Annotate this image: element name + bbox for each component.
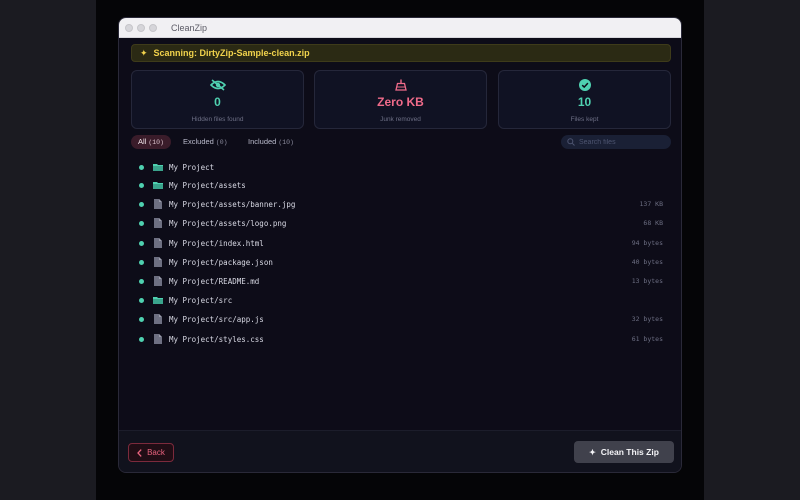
file-name: My Project xyxy=(169,162,215,172)
window-title: CleanZip xyxy=(171,22,208,33)
clean-button-label: Clean This Zip xyxy=(600,447,659,457)
list-item[interactable]: My Project/package.json 40 bytes xyxy=(131,255,671,269)
file-name: My Project/assets/banner.jpg xyxy=(169,199,296,209)
file-icon xyxy=(153,238,163,248)
file-name: My Project/assets/logo.png xyxy=(169,218,287,228)
status-dot xyxy=(139,201,144,207)
search-input[interactable] xyxy=(579,138,669,146)
scan-status-banner: ✦ Scanning: DirtyZip-Sample-clean.zip xyxy=(131,44,671,62)
file-name: My Project/src/app.js xyxy=(169,314,264,324)
status-dot xyxy=(139,220,144,226)
list-item[interactable]: My Project/src/app.js 32 bytes xyxy=(131,312,671,326)
back-button[interactable]: Back xyxy=(128,443,174,462)
file-size: 40 bytes xyxy=(631,258,663,266)
folder-icon xyxy=(153,295,163,305)
folder-icon xyxy=(153,162,163,172)
list-item[interactable]: My Project xyxy=(131,160,671,174)
file-name: My Project/assets xyxy=(169,180,246,190)
list-item[interactable]: My Project/assets/logo.png 68 KB xyxy=(131,216,671,230)
file-name: My Project/package.json xyxy=(169,257,273,267)
file-icon xyxy=(153,276,163,286)
maximize-window-button[interactable] xyxy=(149,23,157,32)
sparkle-icon: ✦ xyxy=(589,447,596,457)
file-icon xyxy=(153,257,163,267)
clean-zip-button[interactable]: ✦ Clean This Zip xyxy=(574,441,674,463)
file-icon xyxy=(153,218,163,228)
close-window-button[interactable] xyxy=(125,23,133,32)
broom-icon xyxy=(315,79,486,91)
list-item[interactable]: My Project/README.md 13 bytes xyxy=(131,274,671,288)
back-button-label: Back xyxy=(147,448,165,457)
list-item[interactable]: My Project/assets xyxy=(131,178,671,192)
footer-bar: Back ✦ Clean This Zip xyxy=(119,430,681,472)
file-icon xyxy=(153,314,163,324)
stat-junk-removed: Zero KB Junk removed xyxy=(314,70,487,129)
stat-files-kept: 10 Files kept xyxy=(498,70,671,129)
minimize-window-button[interactable] xyxy=(137,23,145,32)
file-name: My Project/README.md xyxy=(169,276,260,286)
file-size: 94 bytes xyxy=(631,239,663,247)
status-dot xyxy=(139,164,144,170)
files-kept-value: 10 xyxy=(577,95,592,109)
file-icon xyxy=(153,334,163,344)
search-icon xyxy=(567,138,575,146)
junk-removed-value: Zero KB xyxy=(377,95,424,109)
filter-excluded-count: (0) xyxy=(215,139,228,146)
file-name: My Project/src xyxy=(169,295,233,305)
hidden-files-label: Hidden files found xyxy=(191,116,244,123)
filter-all-label: All xyxy=(138,137,147,146)
files-kept-label: Files kept xyxy=(570,116,599,123)
list-item[interactable]: My Project/index.html 94 bytes xyxy=(131,236,671,250)
search-box[interactable] xyxy=(561,135,671,149)
status-dot xyxy=(139,278,144,284)
filter-all-tab[interactable]: All (10) xyxy=(131,135,171,149)
file-size: 137 KB xyxy=(639,200,663,208)
filter-excluded-tab[interactable]: Excluded (0) xyxy=(176,135,235,149)
stats-panel: 0 Hidden files found Zero KB Junk remove… xyxy=(131,70,671,129)
status-dot xyxy=(139,182,144,188)
list-item[interactable]: My Project/styles.css 61 bytes xyxy=(131,332,671,346)
status-dot xyxy=(139,297,144,303)
app-window: CleanZip ✦ Scanning: DirtyZip-Sample-cle… xyxy=(118,17,682,473)
filter-included-label: Included xyxy=(248,137,277,146)
eye-slash-icon xyxy=(132,79,303,91)
status-dot xyxy=(139,336,144,342)
stat-hidden-files: 0 Hidden files found xyxy=(131,70,304,129)
hidden-files-value: 0 xyxy=(214,95,221,109)
file-size: 61 bytes xyxy=(631,335,663,343)
filter-all-count: (10) xyxy=(148,139,164,146)
file-size: 13 bytes xyxy=(631,277,663,285)
list-item[interactable]: My Project/assets/banner.jpg 137 KB xyxy=(131,197,671,211)
title-bar: CleanZip xyxy=(119,18,681,38)
filter-excluded-label: Excluded xyxy=(183,137,214,146)
status-dot xyxy=(139,316,144,322)
filter-bar: All (10) Excluded (0) Included (10) xyxy=(131,134,671,150)
file-icon xyxy=(153,199,163,209)
status-dot xyxy=(139,259,144,265)
file-size: 32 bytes xyxy=(631,315,663,323)
chevron-left-icon xyxy=(137,448,142,457)
sparkle-icon: ✦ xyxy=(140,47,148,58)
scan-status-text: Scanning: DirtyZip-Sample-clean.zip xyxy=(153,48,310,58)
file-name: My Project/index.html xyxy=(169,238,264,248)
filter-included-tab[interactable]: Included (10) xyxy=(241,135,301,149)
folder-icon xyxy=(153,180,163,190)
file-size: 68 KB xyxy=(643,219,663,227)
status-dot xyxy=(139,240,144,246)
filter-included-count: (10) xyxy=(278,139,294,146)
list-item[interactable]: My Project/src xyxy=(131,293,671,307)
file-name: My Project/styles.css xyxy=(169,334,264,344)
window-controls xyxy=(125,23,157,32)
junk-removed-label: Junk removed xyxy=(380,116,421,123)
check-circle-icon xyxy=(499,79,670,91)
